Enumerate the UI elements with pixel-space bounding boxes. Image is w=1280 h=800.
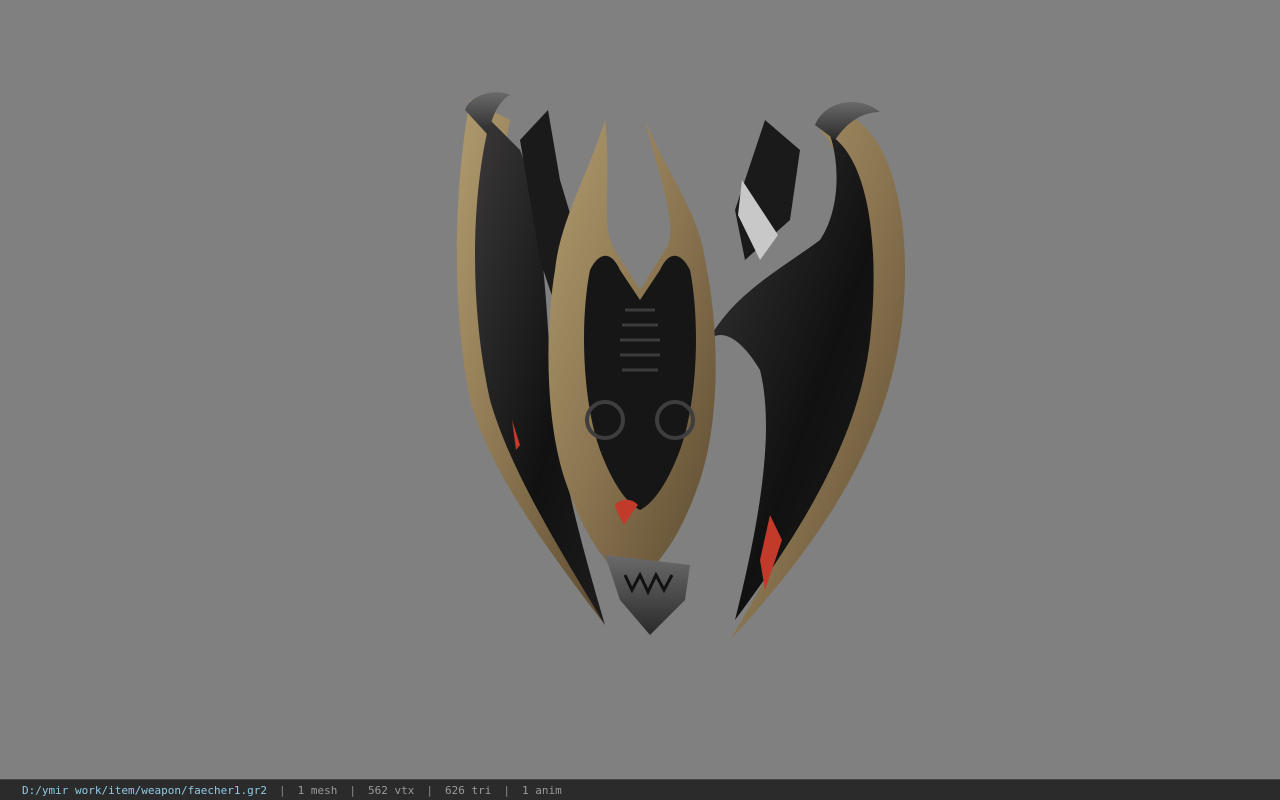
status-separator: | bbox=[279, 783, 286, 797]
mesh-count: 1 mesh bbox=[297, 783, 338, 797]
status-separator: | bbox=[349, 783, 357, 797]
status-separator: | bbox=[426, 783, 434, 797]
file-path: D:/ymir work/item/weapon/faecher1.gr2 bbox=[22, 783, 268, 797]
winged-shield-model bbox=[456, 92, 905, 640]
status-bar: D:/ymir work/item/weapon/faecher1.gr2 | … bbox=[0, 779, 1280, 800]
vertex-count: 562 vtx bbox=[368, 783, 415, 797]
anim-count: 1 anim bbox=[522, 783, 562, 797]
triangle-count: 626 tri bbox=[445, 783, 492, 797]
status-separator: | bbox=[503, 783, 511, 797]
bottom-jaw bbox=[605, 555, 690, 635]
3d-viewport[interactable] bbox=[0, 0, 1280, 779]
